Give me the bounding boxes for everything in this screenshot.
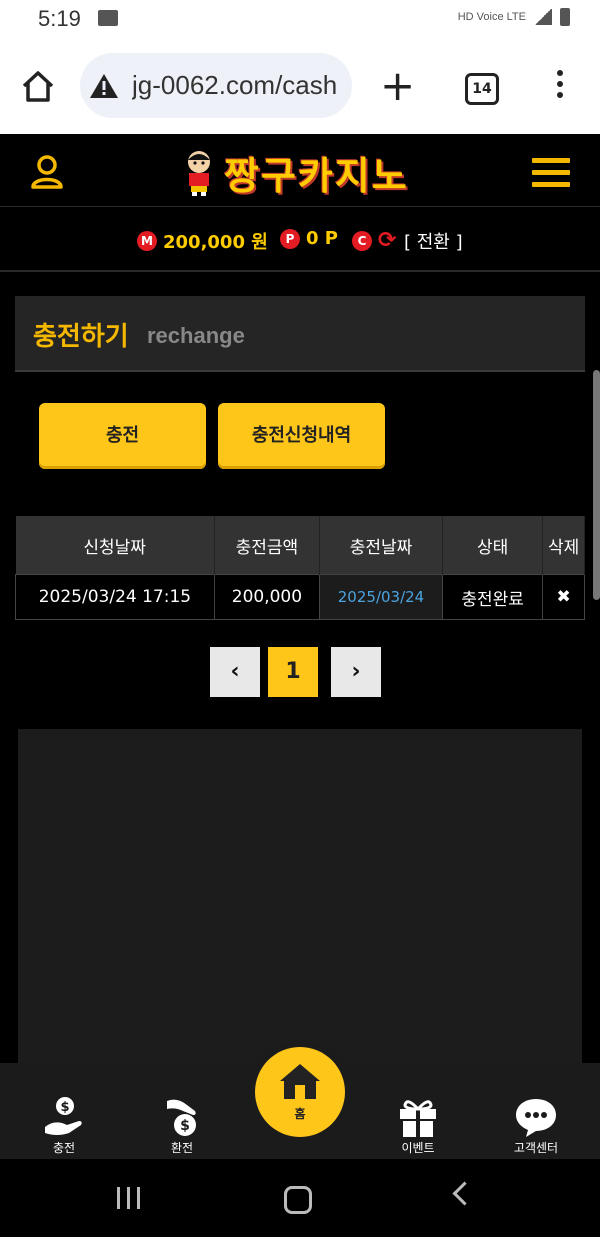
column-header: 충전날짜 xyxy=(319,516,444,575)
balance-bar: M 200,000 원 P 0 P C ⟳ [ 전환 ] xyxy=(0,207,600,272)
nav-support-label: 고객센터 xyxy=(513,1141,559,1155)
point-value: 0 P xyxy=(306,228,338,249)
system-home-icon[interactable] xyxy=(284,1186,312,1214)
table-header-row: 신청날짜 충전금액 충전날짜 상태 삭제 xyxy=(15,516,585,575)
delete-icon[interactable]: ✖ xyxy=(542,574,585,620)
url-text[interactable]: jg-0062.com/cash xyxy=(132,70,342,101)
money-balance: M 200,000 원 xyxy=(137,228,268,254)
pagination-next-button[interactable]: › xyxy=(331,647,381,697)
user-icon[interactable] xyxy=(30,154,64,190)
support-chat-icon xyxy=(516,1099,556,1137)
cell-request-date: 2025/03/24 17:15 xyxy=(15,574,215,620)
section-header: 충전하기 rechange xyxy=(15,296,585,372)
site-logo[interactable]: 짱구카지노 xyxy=(178,144,409,200)
money-value: 200,000 원 xyxy=(163,232,268,253)
status-indicator-text: HD Voice LTE xyxy=(457,11,526,23)
mascot-icon xyxy=(188,151,210,196)
column-header: 신청날짜 xyxy=(15,516,215,575)
exchange-hand-icon: $ xyxy=(167,1099,196,1136)
status-indicators: HD Voice LTE xyxy=(458,8,570,26)
status-bar: 5:19 HD Voice LTE xyxy=(0,0,600,40)
system-nav-bar xyxy=(0,1159,600,1237)
point-balance: P 0 P xyxy=(280,228,338,249)
scrollbar[interactable] xyxy=(593,370,600,600)
status-time: 5:19 xyxy=(38,6,81,31)
site-header: 짱구카지노 xyxy=(0,134,600,207)
column-header: 충전금액 xyxy=(214,516,320,575)
browser-toolbar: jg-0062.com/cash + 14 xyxy=(0,40,600,134)
signal-icon xyxy=(534,9,552,25)
nav-home-label: 홈 xyxy=(294,1107,306,1121)
battery-icon xyxy=(560,8,570,26)
back-icon[interactable] xyxy=(452,1181,477,1206)
column-header: 삭제 xyxy=(542,516,585,575)
convert-area[interactable]: C ⟳ [ 전환 ] xyxy=(352,228,463,254)
coupon-badge-icon: C xyxy=(352,231,372,251)
charge-button[interactable]: 충전 xyxy=(39,403,206,469)
home-icon xyxy=(280,1064,320,1099)
nav-event[interactable]: 이벤트 xyxy=(378,1091,458,1156)
cell-status: 충전완료 xyxy=(442,574,544,620)
table-row: 2025/03/24 17:15 200,000 2025/03/24 충전완료… xyxy=(15,574,585,620)
cell-charge-date: 2025/03/24 xyxy=(318,574,444,620)
nav-charge-label: 충전 xyxy=(52,1141,76,1155)
nav-event-label: 이벤트 xyxy=(401,1141,435,1155)
money-badge-icon: M xyxy=(137,231,157,251)
page-subtitle: rechange xyxy=(147,323,245,348)
new-tab-icon[interactable]: + xyxy=(380,65,415,107)
charge-history-button[interactable]: 충전신청내역 xyxy=(218,403,385,469)
money-hand-icon: $ xyxy=(45,1097,82,1135)
recents-icon[interactable] xyxy=(117,1187,140,1209)
message-icon xyxy=(98,10,118,26)
warning-icon[interactable] xyxy=(88,72,120,100)
svg-text:$: $ xyxy=(60,1100,69,1115)
svg-text:$: $ xyxy=(180,1118,190,1134)
pagination-current-page[interactable]: 1 xyxy=(268,647,318,697)
cell-amount: 200,000 xyxy=(213,574,320,620)
nav-charge[interactable]: $ 충전 xyxy=(24,1091,104,1156)
page-title: 충전하기 xyxy=(33,322,129,352)
convert-button[interactable]: [ 전환 ] xyxy=(404,228,463,254)
charge-history-table: 신청날짜 충전금액 충전날짜 상태 삭제 2025/03/24 17:15 20… xyxy=(15,516,585,620)
nav-home-button[interactable]: 홈 xyxy=(255,1047,345,1137)
content-panel xyxy=(18,729,582,1069)
column-header: 상태 xyxy=(442,516,544,575)
nav-exchange-label: 환전 xyxy=(170,1141,194,1155)
logo-text: 짱구카지노 xyxy=(224,153,409,198)
hamburger-menu-icon[interactable] xyxy=(532,158,570,194)
nav-exchange[interactable]: $ 환전 xyxy=(142,1091,222,1156)
pagination-prev-button[interactable]: ‹ xyxy=(210,647,260,697)
gift-icon xyxy=(400,1100,436,1137)
nav-support[interactable]: 고객센터 xyxy=(496,1091,576,1156)
browser-menu-icon[interactable] xyxy=(557,70,563,103)
point-badge-icon: P xyxy=(280,228,300,249)
tab-count-button[interactable]: 14 xyxy=(465,73,499,105)
refresh-icon[interactable]: ⟳ xyxy=(378,230,400,252)
browser-home-icon[interactable] xyxy=(20,68,56,104)
